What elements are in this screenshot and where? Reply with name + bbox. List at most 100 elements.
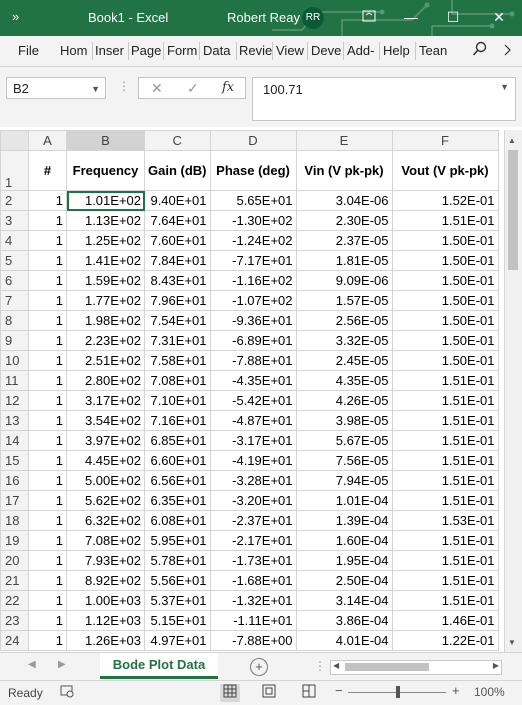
cell-frequency[interactable]: 1.26E+03 — [66, 630, 145, 651]
row-header[interactable]: 1 — [0, 150, 29, 191]
minimize-button[interactable]: — — [398, 6, 424, 28]
cell-index[interactable]: 1 — [28, 250, 67, 271]
cell-frequency[interactable]: 3.97E+02 — [66, 430, 145, 451]
cell-index[interactable]: 1 — [28, 190, 67, 211]
row-header[interactable]: 18 — [0, 510, 29, 531]
previous-sheet-icon[interactable]: ◀ — [28, 659, 36, 670]
tab-page-layout[interactable]: Page — [131, 43, 161, 58]
tab-add-ins[interactable]: Add- — [347, 43, 374, 58]
cell-index[interactable]: 1 — [28, 530, 67, 551]
cell-phase[interactable]: -1.11E+01 — [209, 610, 297, 631]
name-box-dropdown-icon[interactable]: ▼ — [91, 78, 100, 100]
page-break-preview-icon[interactable] — [302, 684, 316, 701]
cell-frequency[interactable]: 1.25E+02 — [66, 230, 145, 251]
cell-phase[interactable]: -3.17E+01 — [209, 430, 297, 451]
scroll-left-icon[interactable]: ◀ — [333, 661, 339, 670]
zoom-in-button[interactable]: + — [452, 683, 460, 698]
row-header[interactable]: 19 — [0, 530, 29, 551]
cell-phase[interactable]: -3.28E+01 — [209, 470, 297, 491]
tab-review[interactable]: Revie — [239, 43, 272, 58]
cell-index[interactable]: 1 — [28, 550, 67, 571]
column-header-e[interactable]: E — [295, 130, 393, 151]
cell-index[interactable]: 1 — [28, 210, 67, 231]
expand-formula-bar-icon[interactable]: ▼ — [500, 82, 509, 92]
cell-phase[interactable]: -6.89E+01 — [209, 330, 297, 351]
cell-frequency[interactable]: 1.00E+03 — [66, 590, 145, 611]
row-header[interactable]: 11 — [0, 370, 29, 391]
cell-vin[interactable]: 3.98E-05 — [295, 410, 393, 431]
normal-view-icon[interactable] — [220, 684, 240, 702]
cell-frequency[interactable]: 5.62E+02 — [66, 490, 145, 511]
cell-gain[interactable]: 7.31E+01 — [144, 330, 211, 351]
cell-gain[interactable]: 7.08E+01 — [144, 370, 211, 391]
cell-index[interactable]: 1 — [28, 590, 67, 611]
cell-frequency[interactable]: 3.54E+02 — [66, 410, 145, 431]
cell-vout[interactable]: 1.51E-01 — [391, 530, 499, 551]
cell-gain[interactable]: 6.60E+01 — [144, 450, 211, 471]
cell-frequency[interactable]: 6.32E+02 — [66, 510, 145, 531]
cell-gain[interactable]: 5.37E+01 — [144, 590, 211, 611]
cell-gain[interactable]: 9.40E+01 — [144, 190, 211, 211]
cell-index[interactable]: 1 — [28, 570, 67, 591]
cell-index[interactable]: 1 — [28, 630, 67, 651]
cell-vin[interactable]: 3.04E-06 — [295, 190, 393, 211]
cell-frequency[interactable]: 1.77E+02 — [66, 290, 145, 311]
cell-vin[interactable]: 1.95E-04 — [295, 550, 393, 571]
column-header-c[interactable]: C — [144, 130, 211, 151]
row-header[interactable]: 12 — [0, 390, 29, 411]
cell-phase[interactable]: -1.30E+02 — [209, 210, 297, 231]
cell-vout[interactable]: 1.53E-01 — [391, 510, 499, 531]
row-header[interactable]: 7 — [0, 290, 29, 311]
tab-file[interactable]: File — [18, 43, 39, 58]
cell-vout[interactable]: 1.22E-01 — [391, 630, 499, 651]
cell-gain[interactable]: 7.60E+01 — [144, 230, 211, 251]
cell-gain[interactable]: 6.35E+01 — [144, 490, 211, 511]
column-title-vout[interactable]: Vout (V pk-pk) — [391, 150, 499, 191]
cell-vin[interactable]: 7.94E-05 — [295, 470, 393, 491]
row-header[interactable]: 4 — [0, 230, 29, 251]
cell-gain[interactable]: 5.56E+01 — [144, 570, 211, 591]
cell-index[interactable]: 1 — [28, 330, 67, 351]
cell-phase[interactable]: -7.88E+00 — [209, 630, 297, 651]
cell-frequency[interactable]: 1.01E+02 — [66, 190, 145, 211]
scroll-right-icon[interactable]: ▶ — [493, 661, 499, 670]
cell-index[interactable]: 1 — [28, 410, 67, 431]
cell-gain[interactable]: 6.85E+01 — [144, 430, 211, 451]
row-header[interactable]: 15 — [0, 450, 29, 471]
tab-help[interactable]: Help — [383, 43, 410, 58]
cell-vout[interactable]: 1.51E-01 — [391, 450, 499, 471]
cell-gain[interactable]: 5.78E+01 — [144, 550, 211, 571]
cell-vout[interactable]: 1.50E-01 — [391, 290, 499, 311]
row-header[interactable]: 6 — [0, 270, 29, 291]
close-button[interactable]: ✕ — [486, 6, 512, 28]
cell-vout[interactable]: 1.50E-01 — [391, 330, 499, 351]
column-title-gain[interactable]: Gain (dB) — [144, 150, 211, 191]
macro-recording-icon[interactable] — [60, 684, 74, 701]
avatar[interactable]: RR — [302, 7, 324, 29]
cell-phase[interactable]: -1.68E+01 — [209, 570, 297, 591]
cell-gain[interactable]: 6.08E+01 — [144, 510, 211, 531]
cell-vout[interactable]: 1.51E-01 — [391, 470, 499, 491]
cell-phase[interactable]: -1.16E+02 — [209, 270, 297, 291]
cell-vin[interactable]: 2.50E-04 — [295, 570, 393, 591]
cell-phase[interactable]: -2.17E+01 — [209, 530, 297, 551]
cell-index[interactable]: 1 — [28, 270, 67, 291]
row-header[interactable]: 5 — [0, 250, 29, 271]
cell-vout[interactable]: 1.51E-01 — [391, 390, 499, 411]
cell-frequency[interactable]: 4.45E+02 — [66, 450, 145, 471]
add-sheet-button[interactable]: + — [250, 658, 268, 676]
cell-vout[interactable]: 1.51E-01 — [391, 210, 499, 231]
cell-gain[interactable]: 7.54E+01 — [144, 310, 211, 331]
cell-vout[interactable]: 1.50E-01 — [391, 350, 499, 371]
user-name[interactable]: Robert Reay — [227, 10, 300, 25]
cell-phase[interactable]: 5.65E+01 — [209, 190, 297, 211]
formula-bar-splitter-icon[interactable]: ⋮ — [118, 79, 130, 93]
cell-phase[interactable]: -9.36E+01 — [209, 310, 297, 331]
cell-phase[interactable]: -3.20E+01 — [209, 490, 297, 511]
zoom-out-button[interactable]: − — [335, 683, 343, 698]
cell-gain[interactable]: 7.16E+01 — [144, 410, 211, 431]
cell-gain[interactable]: 6.56E+01 — [144, 470, 211, 491]
column-header-a[interactable]: A — [28, 130, 67, 151]
cell-frequency[interactable]: 7.93E+02 — [66, 550, 145, 571]
cell-phase[interactable]: -1.24E+02 — [209, 230, 297, 251]
